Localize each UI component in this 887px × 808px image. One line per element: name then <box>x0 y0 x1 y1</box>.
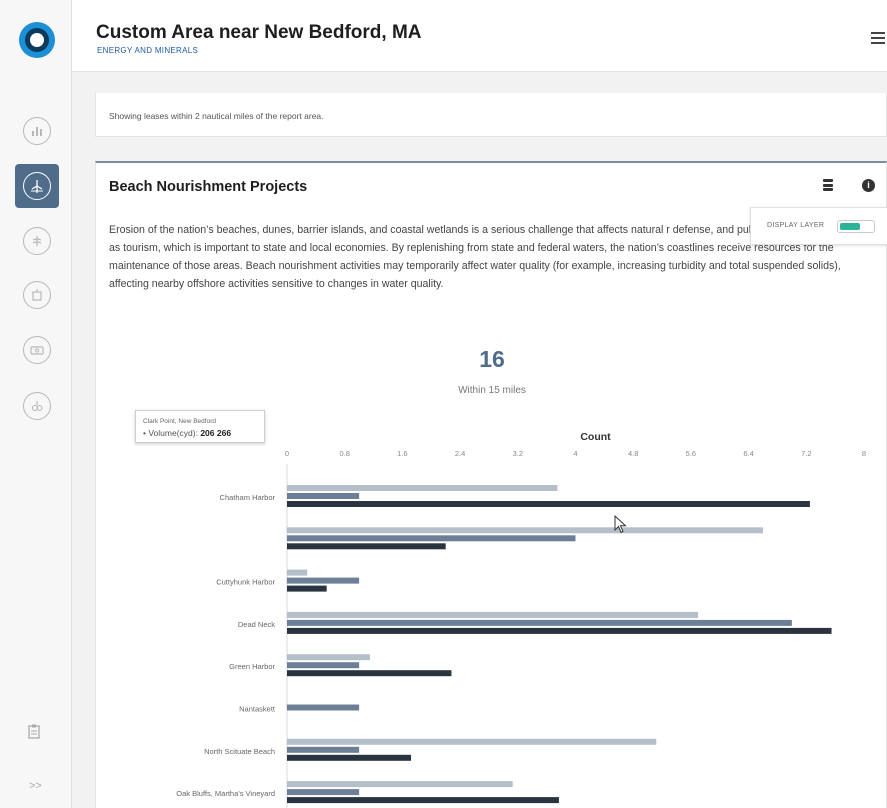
category-label: North Scituate Beach <box>204 747 275 756</box>
x-tick-label: 8 <box>862 449 866 458</box>
bar <box>287 527 764 534</box>
x-tick-label: 2.4 <box>455 449 465 458</box>
beach-nourishment-card: Beach Nourishment Projects i Erosion of … <box>95 161 887 808</box>
display-layer-label: DISPLAY LAYER <box>767 222 825 229</box>
menu-icon[interactable] <box>871 32 885 44</box>
bar <box>287 501 810 507</box>
transportation-icon <box>23 281 51 309</box>
sidebar-item-transportation[interactable] <box>15 273 59 317</box>
economy-icon <box>23 336 51 364</box>
ecology-icon <box>23 392 51 420</box>
bar <box>287 493 360 499</box>
tooltip-location: Clark Point, New Bedford <box>143 418 216 425</box>
stat-value: 16 <box>479 346 505 372</box>
bar <box>287 654 370 661</box>
category-label: Cuttyhunk Harbor <box>216 578 275 587</box>
section-title: Beach Nourishment Projects <box>109 179 308 195</box>
x-tick-label: 4 <box>573 449 577 458</box>
tooltip-metric-label: • Volume(cyd): <box>143 428 198 438</box>
stat-label: Within 15 miles <box>458 385 526 396</box>
x-axis-title: Count <box>580 431 611 443</box>
clipboard-icon[interactable] <box>28 724 40 742</box>
x-tick-label: 3.2 <box>513 449 523 458</box>
bar <box>287 485 558 491</box>
mouse-cursor-icon <box>614 514 628 540</box>
bar <box>287 569 308 576</box>
display-layer-toggle[interactable] <box>837 220 875 233</box>
lease-card: Showing leases within 2 nautical miles o… <box>95 93 887 137</box>
layers-icon[interactable] <box>823 179 835 193</box>
sidebar-item-economy[interactable] <box>15 328 59 372</box>
bar <box>287 585 327 592</box>
lease-note: Showing leases within 2 nautical miles o… <box>109 111 324 121</box>
sidebar: >> <box>0 0 72 808</box>
bar <box>287 670 452 677</box>
category-label: Dead Neck <box>238 620 275 629</box>
bar <box>287 535 576 542</box>
expand-sidebar-button[interactable]: >> <box>29 780 42 792</box>
logo[interactable] <box>19 22 55 58</box>
bar <box>287 627 832 634</box>
x-tick-label: 1.6 <box>397 449 407 458</box>
bar <box>287 797 559 804</box>
bar <box>287 619 792 626</box>
sidebar-item-chart[interactable] <box>15 109 59 153</box>
bar <box>287 781 513 788</box>
sidebar-item-natural-resources[interactable] <box>15 219 59 263</box>
info-icon[interactable]: i <box>862 179 875 192</box>
bar <box>287 662 360 669</box>
app: >> Custom Area near New Bedford, MA ENER… <box>0 0 887 808</box>
bar <box>287 738 657 745</box>
bar <box>287 611 699 618</box>
toggle-knob <box>840 223 860 230</box>
x-tick-label: 4.8 <box>628 449 638 458</box>
bar <box>287 754 412 761</box>
category-label: Oak Bluffs, Martha's Vineyard <box>176 789 275 798</box>
wind-energy-icon <box>23 172 51 200</box>
page-title: Custom Area near New Bedford, MA <box>96 22 422 43</box>
category-label: Chatham Harbor <box>220 493 276 502</box>
chart-tooltip: Clark Point, New Bedford • Volume(cyd): … <box>135 410 265 443</box>
page-subtitle: ENERGY AND MINERALS <box>97 46 199 55</box>
display-layer-panel: DISPLAY LAYER <box>750 207 887 245</box>
x-tick-label: 5.6 <box>686 449 696 458</box>
chart-icon <box>23 117 51 145</box>
category-label: Green Harbor <box>229 662 275 671</box>
bar-chart[interactable]: Count 0 0.8 1.6 2.4 3.2 4 4.8 5.6 6.4 7.2 8 Chatham … <box>96 418 887 808</box>
x-tick-label: 0 <box>285 449 289 458</box>
natural-resources-icon <box>23 227 51 255</box>
x-tick-label: 7.2 <box>801 449 811 458</box>
x-tick-label: 6.4 <box>743 449 753 458</box>
tooltip-metric-value: 206 266 <box>200 428 232 438</box>
main-content[interactable]: Showing leases within 2 nautical miles o… <box>72 73 887 808</box>
bar <box>287 543 446 550</box>
sidebar-item-energy[interactable] <box>15 164 59 208</box>
bar <box>287 789 360 796</box>
bar <box>287 704 360 711</box>
bar <box>287 746 360 753</box>
tooltip-metric: • Volume(cyd): 206 266 <box>143 428 231 438</box>
sidebar-item-ecology[interactable] <box>15 384 59 428</box>
bar <box>287 577 360 584</box>
category-label: Nantaskett <box>239 705 276 714</box>
header: Custom Area near New Bedford, MA ENERGY … <box>72 0 887 72</box>
x-tick-label: 0.8 <box>339 449 349 458</box>
